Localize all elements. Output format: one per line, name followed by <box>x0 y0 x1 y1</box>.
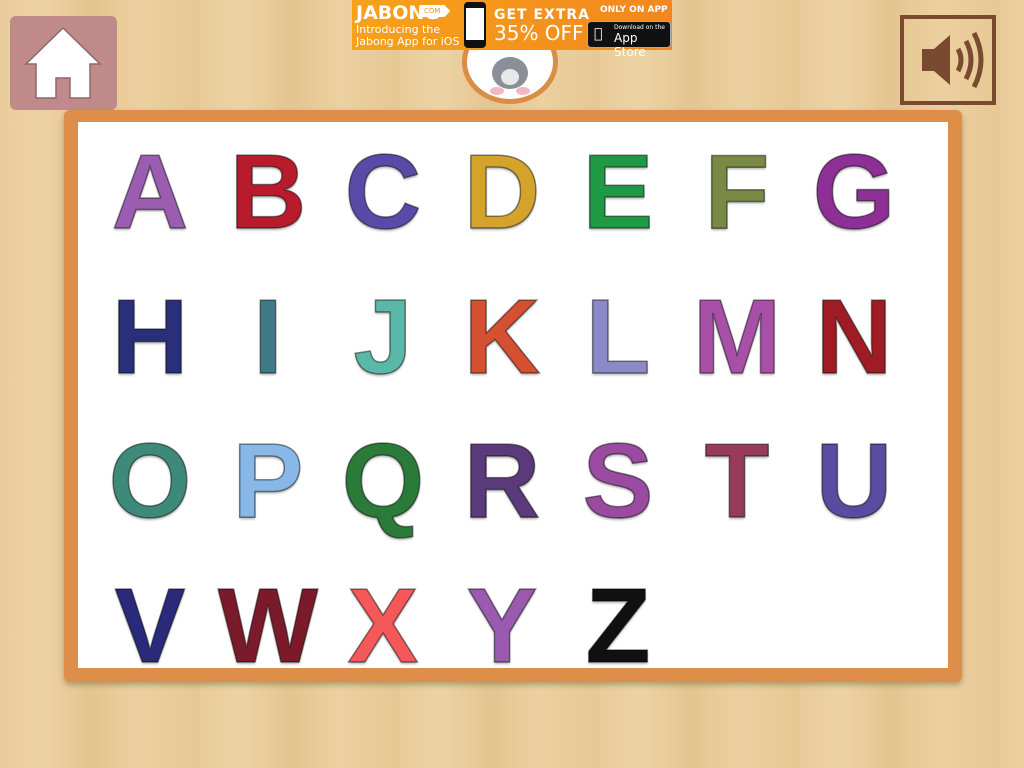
home-button[interactable] <box>10 16 117 110</box>
letter-n[interactable]: N <box>799 272 909 402</box>
phone-image <box>464 2 486 48</box>
letter-y[interactable]: Y <box>447 561 557 691</box>
letter-w[interactable]: W <box>213 561 323 691</box>
letter-j[interactable]: J <box>328 272 438 402</box>
letter-z[interactable]: Z <box>563 561 673 691</box>
app-store-label: App Store <box>614 31 646 59</box>
ad-com: COM <box>420 5 451 17</box>
letter-q[interactable]: Q <box>328 416 438 546</box>
letter-c[interactable]: C <box>328 127 438 257</box>
letter-s[interactable]: S <box>563 416 673 546</box>
letter-g[interactable]: G <box>799 127 909 257</box>
letter-f[interactable]: F <box>682 127 792 257</box>
letter-x[interactable]: X <box>328 561 438 691</box>
home-icon <box>24 26 102 99</box>
alphabet-board: ABCDEFGHIJKLMNOPQRSTUVWXYZ <box>64 110 962 686</box>
letter-b[interactable]: B <box>213 127 323 257</box>
ad-only-on-app: ONLY ON APP <box>600 5 668 15</box>
ad-banner[interactable]: JABONG COM Introducing the Jabong App fo… <box>352 0 672 59</box>
letter-a[interactable]: A <box>95 127 205 257</box>
letter-l[interactable]: L <box>563 272 673 402</box>
letter-i[interactable]: I <box>213 272 323 402</box>
sound-button[interactable] <box>900 15 996 105</box>
letter-p[interactable]: P <box>213 416 323 546</box>
letter-v[interactable]: V <box>95 561 205 691</box>
letter-e[interactable]: E <box>563 127 673 257</box>
download-label: Download on the <box>614 24 665 31</box>
app-store-badge[interactable]:  Download on the App Store <box>587 21 671 59</box>
letter-d[interactable]: D <box>447 127 557 257</box>
ad-line2: Jabong App for iOS <box>356 35 460 48</box>
letter-o[interactable]: O <box>95 416 205 546</box>
letter-k[interactable]: K <box>447 272 557 402</box>
letter-h[interactable]: H <box>95 272 205 402</box>
letter-m[interactable]: M <box>682 272 792 402</box>
letter-grid: ABCDEFGHIJKLMNOPQRSTUVWXYZ <box>78 122 948 686</box>
ad-discount: 35% OFF <box>494 21 584 45</box>
speaker-icon <box>922 31 984 89</box>
apple-icon:  <box>594 26 602 42</box>
letter-u[interactable]: U <box>799 416 909 546</box>
letter-t[interactable]: T <box>682 416 792 546</box>
letter-r[interactable]: R <box>447 416 557 546</box>
